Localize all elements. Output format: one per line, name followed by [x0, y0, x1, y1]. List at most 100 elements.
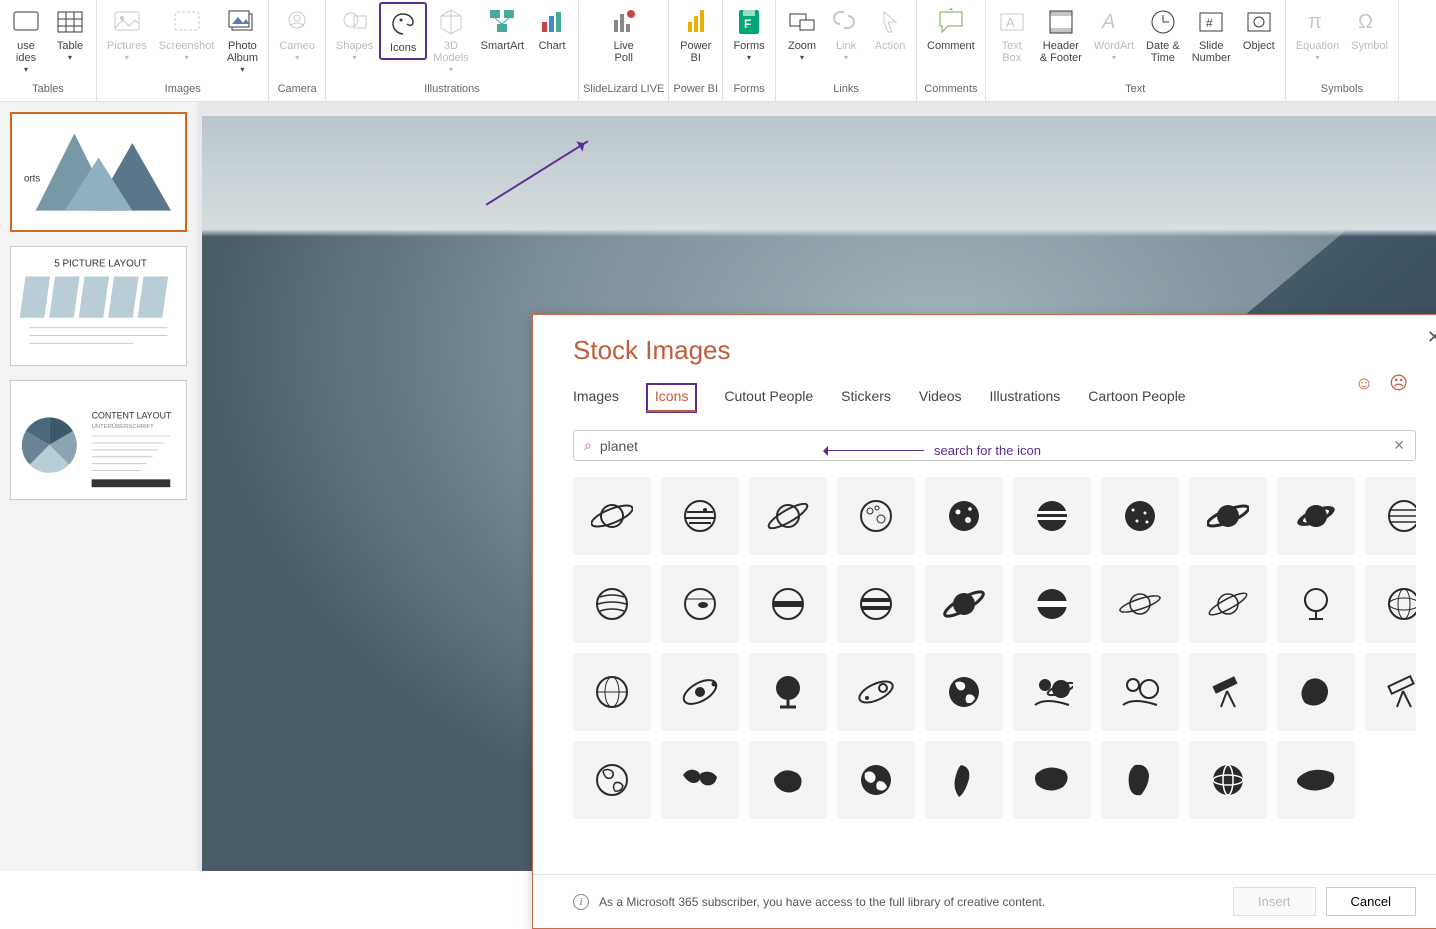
tab-stickers[interactable]: Stickers: [841, 384, 891, 412]
cancel-button[interactable]: Cancel: [1326, 887, 1416, 916]
result-planet-dots-dark[interactable]: [1101, 477, 1179, 555]
ribbon-shapes[interactable]: Shapes▾: [330, 2, 379, 68]
zoom-icon: [786, 6, 818, 38]
frown-icon[interactable]: ☹: [1389, 373, 1408, 394]
ribbon-chart[interactable]: Chart: [530, 2, 574, 56]
ribbon-forms[interactable]: FForms▾: [727, 2, 771, 68]
result-saturn-outline[interactable]: [573, 477, 651, 555]
search-icon: ⌕: [584, 437, 592, 454]
result-world-map-filled[interactable]: [661, 741, 739, 819]
result-telescope-outline[interactable]: [1365, 653, 1416, 731]
result-saturn-outline-tilt[interactable]: [749, 477, 827, 555]
text-box-icon: A: [996, 6, 1028, 38]
ribbon-3d-models[interactable]: 3DModels▾: [427, 2, 474, 80]
svg-text:Ω: Ω: [1358, 11, 1373, 33]
result-earth-filled-2[interactable]: [837, 741, 915, 819]
slide-thumbnail-3[interactable]: CONTENT LAYOUT UNTERÜBERSCHRIFT: [10, 380, 187, 500]
ribbon-pictures[interactable]: Pictures▾: [101, 2, 153, 68]
result-africa-filled[interactable]: [1101, 741, 1179, 819]
insert-button[interactable]: Insert: [1233, 887, 1316, 916]
result-orbit-ellipse[interactable]: [837, 653, 915, 731]
ribbon-label: Header& Footer: [1040, 40, 1082, 64]
ribbon-group-images: Pictures▾Screenshot▾PhotoAlbum▾ Images: [97, 0, 269, 101]
result-planet-lines-outline[interactable]: [573, 565, 651, 643]
ribbon-live-poll[interactable]: LivePoll: [602, 2, 646, 68]
ribbon-screenshot[interactable]: Screenshot▾: [153, 2, 221, 68]
tab-cutout-people[interactable]: Cutout People: [724, 384, 813, 412]
ribbon-use-slides[interactable]: useides▾: [4, 2, 48, 80]
result-saturn-ring-filled[interactable]: [1277, 477, 1355, 555]
ribbon-label: Equation▾: [1296, 40, 1339, 64]
ribbon-group-label: Text: [1125, 81, 1145, 99]
ribbon-symbol[interactable]: ΩSymbol: [1345, 2, 1394, 56]
feedback-icons: ☺ ☹: [1355, 373, 1408, 394]
ribbon-label: Icons: [390, 42, 416, 54]
result-telescope-filled[interactable]: [1189, 653, 1267, 731]
ribbon-smartart[interactable]: SmartArt: [475, 2, 530, 56]
tab-cartoon-people[interactable]: Cartoon People: [1088, 384, 1185, 412]
result-globe-stand-outline[interactable]: [1277, 565, 1355, 643]
result-orbit-outline[interactable]: [661, 653, 739, 731]
result-globe-stand-filled[interactable]: [749, 653, 827, 731]
ribbon-photo-album[interactable]: PhotoAlbum▾: [220, 2, 264, 80]
ribbon-equation[interactable]: πEquation▾: [1290, 2, 1345, 68]
ribbon-group-links: Zoom▾Link▾ActionLinks: [776, 0, 917, 101]
ribbon-label: Cameo▾: [279, 40, 314, 64]
ribbon-group-label: Images: [165, 81, 201, 99]
ribbon-link[interactable]: Link▾: [824, 2, 868, 68]
result-planet-stripes-outline[interactable]: [661, 477, 739, 555]
ribbon-object[interactable]: Object: [1237, 2, 1281, 56]
ribbon-zoom[interactable]: Zoom▾: [780, 2, 824, 68]
result-antarctica-filled[interactable]: [1277, 653, 1355, 731]
result-globe-wire-simple[interactable]: [573, 653, 651, 731]
use-slides-icon: [10, 6, 42, 38]
result-planet-dots-filled[interactable]: [925, 477, 1003, 555]
result-saturn-filled-tilt[interactable]: [925, 565, 1003, 643]
result-planet-band-outline-2[interactable]: [837, 565, 915, 643]
ribbon-comment[interactable]: Comment: [921, 2, 981, 56]
smile-icon[interactable]: ☺: [1355, 373, 1373, 394]
result-planets-scene-outline[interactable]: [1101, 653, 1179, 731]
ribbon-cameo[interactable]: Cameo▾: [273, 2, 320, 68]
result-australia-filled[interactable]: [749, 741, 827, 819]
tab-icons[interactable]: Icons: [647, 384, 696, 412]
tab-illustrations[interactable]: Illustrations: [989, 384, 1060, 412]
result-south-america-filled[interactable]: [925, 741, 1003, 819]
slide-thumbnail-1[interactable]: orts: [10, 112, 187, 232]
result-planets-scene-filled[interactable]: [1013, 653, 1091, 731]
result-globe-2-filled[interactable]: [1189, 741, 1267, 819]
result-saturn-outline-thin-2[interactable]: [1189, 565, 1267, 643]
ribbon-power-bi[interactable]: PowerBI: [674, 2, 718, 68]
result-saturn-outline-thin[interactable]: [1101, 565, 1179, 643]
slide-thumbnail-panel[interactable]: orts 5 PICTURE LAYOUT CONTENT LAYOUT UNT…: [0, 102, 197, 871]
result-moon-craters-outline[interactable]: [837, 477, 915, 555]
result-planet-band-outline[interactable]: [749, 565, 827, 643]
result-planet-band-filled[interactable]: [1013, 565, 1091, 643]
result-earth-filled[interactable]: [925, 653, 1003, 731]
ribbon-group-slidelizard-live: LivePollSlideLizard LIVE: [579, 0, 669, 101]
result-planet-stripes-filled-h[interactable]: [1013, 477, 1091, 555]
ribbon-header-footer[interactable]: Header& Footer: [1034, 2, 1088, 68]
ribbon-icons[interactable]: Icons: [379, 2, 427, 60]
tab-images[interactable]: Images: [573, 384, 619, 412]
result-asia-filled[interactable]: [1013, 741, 1091, 819]
ribbon-wordart[interactable]: AWordArt▾: [1088, 2, 1140, 68]
result-eurasia-filled[interactable]: [1277, 741, 1355, 819]
ribbon-slide-number[interactable]: #SlideNumber: [1186, 2, 1237, 68]
slide-thumbnail-2[interactable]: 5 PICTURE LAYOUT: [10, 246, 187, 366]
result-saturn-filled[interactable]: [1189, 477, 1267, 555]
result-jupiter-outline[interactable]: [1365, 477, 1416, 555]
result-planet-spot-outline[interactable]: [661, 565, 739, 643]
result-globe-wire-outline[interactable]: [1365, 565, 1416, 643]
clear-icon[interactable]: ✕: [1393, 437, 1405, 454]
search-input[interactable]: [600, 438, 1393, 454]
chart-icon: [536, 6, 568, 38]
ribbon-table[interactable]: Table▾: [48, 2, 92, 68]
close-icon[interactable]: ✕: [1427, 327, 1436, 348]
ribbon-action[interactable]: Action: [868, 2, 912, 56]
result-earth-outline[interactable]: [573, 741, 651, 819]
ribbon-date-time[interactable]: Date &Time: [1140, 2, 1186, 68]
search-field[interactable]: ⌕ ✕ search for the icon: [573, 430, 1416, 461]
tab-videos[interactable]: Videos: [919, 384, 962, 412]
ribbon-text-box[interactable]: ATextBox: [990, 2, 1034, 68]
